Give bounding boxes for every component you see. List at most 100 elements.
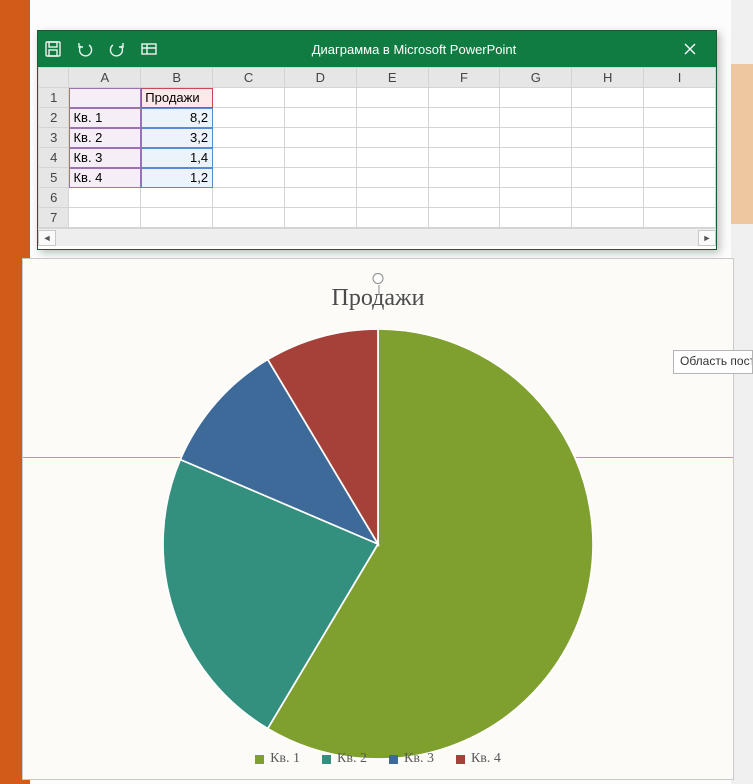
scroll-track[interactable]: [56, 230, 698, 246]
undo-icon[interactable]: [76, 40, 94, 58]
save-icon[interactable]: [44, 40, 62, 58]
legend-label: Кв. 1: [270, 751, 300, 767]
cell[interactable]: [284, 88, 356, 108]
cell[interactable]: [284, 188, 356, 208]
cell[interactable]: [644, 168, 716, 188]
cell[interactable]: [500, 128, 572, 148]
col-header[interactable]: F: [428, 68, 500, 88]
horizontal-scrollbar[interactable]: ◄ ►: [38, 228, 716, 246]
select-all-corner[interactable]: [39, 68, 69, 88]
cell[interactable]: [572, 128, 644, 148]
edit-data-icon[interactable]: [140, 40, 158, 58]
col-header[interactable]: G: [500, 68, 572, 88]
slide-canvas[interactable]: Продажи Кв. 1 Кв. 2 Кв. 3 Кв. 4: [22, 258, 734, 780]
cell[interactable]: [572, 168, 644, 188]
col-header[interactable]: I: [644, 68, 716, 88]
legend-item: Кв. 1: [255, 751, 300, 767]
cell[interactable]: [428, 108, 500, 128]
legend-label: Кв. 4: [471, 751, 501, 767]
cell[interactable]: [213, 208, 285, 228]
col-header[interactable]: A: [69, 68, 141, 88]
cell[interactable]: [213, 128, 285, 148]
cell[interactable]: [572, 108, 644, 128]
cell-category[interactable]: Кв. 4: [69, 168, 141, 188]
row-header[interactable]: 2: [39, 108, 69, 128]
cell-value[interactable]: 8,2: [141, 108, 213, 128]
cell[interactable]: [644, 108, 716, 128]
row-header[interactable]: 4: [39, 148, 69, 168]
cell[interactable]: [572, 208, 644, 228]
rotate-handle-icon[interactable]: [373, 273, 384, 284]
scroll-right-icon[interactable]: ►: [698, 230, 716, 246]
cell[interactable]: [572, 148, 644, 168]
cell[interactable]: [213, 88, 285, 108]
row-header[interactable]: 3: [39, 128, 69, 148]
cell-value[interactable]: 1,2: [141, 168, 213, 188]
col-header[interactable]: E: [356, 68, 428, 88]
cell[interactable]: [356, 128, 428, 148]
cell[interactable]: [69, 188, 141, 208]
cell[interactable]: [284, 168, 356, 188]
cell[interactable]: [644, 148, 716, 168]
cell[interactable]: [428, 168, 500, 188]
cell-category[interactable]: Кв. 3: [69, 148, 141, 168]
cell[interactable]: [213, 108, 285, 128]
cell[interactable]: [284, 208, 356, 228]
col-header[interactable]: B: [141, 68, 213, 88]
cell[interactable]: [500, 188, 572, 208]
cell[interactable]: [356, 188, 428, 208]
legend-swatch-icon: [389, 755, 398, 764]
cell[interactable]: [356, 168, 428, 188]
cell[interactable]: [356, 148, 428, 168]
cell[interactable]: [500, 168, 572, 188]
cell-category[interactable]: Кв. 2: [69, 128, 141, 148]
cell[interactable]: [356, 108, 428, 128]
cell[interactable]: [141, 208, 213, 228]
col-header[interactable]: D: [284, 68, 356, 88]
cell[interactable]: [644, 128, 716, 148]
cell[interactable]: [213, 188, 285, 208]
cell[interactable]: [428, 148, 500, 168]
legend-item: Кв. 4: [456, 751, 501, 767]
pie-chart[interactable]: [163, 329, 593, 759]
scroll-left-icon[interactable]: ◄: [38, 230, 56, 246]
cell[interactable]: [69, 88, 141, 108]
col-header[interactable]: H: [572, 68, 644, 88]
cell[interactable]: [500, 148, 572, 168]
cell[interactable]: [141, 188, 213, 208]
cell-series-name[interactable]: Продажи: [141, 88, 213, 108]
cell[interactable]: [572, 88, 644, 108]
cell-value[interactable]: 3,2: [141, 128, 213, 148]
cell[interactable]: [644, 188, 716, 208]
row-header[interactable]: 1: [39, 88, 69, 108]
cell[interactable]: [500, 88, 572, 108]
cell[interactable]: [284, 108, 356, 128]
cell[interactable]: [500, 208, 572, 228]
cell[interactable]: [644, 208, 716, 228]
cell[interactable]: [500, 108, 572, 128]
spreadsheet[interactable]: A B C D E F G H I 1 Продажи 2 Кв. 1 8,2: [38, 67, 716, 249]
cell[interactable]: [644, 88, 716, 108]
cell[interactable]: [572, 188, 644, 208]
cell-category[interactable]: Кв. 1: [69, 108, 141, 128]
redo-icon[interactable]: [108, 40, 126, 58]
cell[interactable]: [356, 88, 428, 108]
cell[interactable]: [69, 208, 141, 228]
cell[interactable]: [284, 128, 356, 148]
cell[interactable]: [428, 128, 500, 148]
cell[interactable]: [213, 168, 285, 188]
cell-value[interactable]: 1,4: [141, 148, 213, 168]
cell[interactable]: [428, 188, 500, 208]
row-header[interactable]: 7: [39, 208, 69, 228]
col-header[interactable]: C: [213, 68, 285, 88]
close-button[interactable]: [670, 31, 710, 67]
cell[interactable]: [284, 148, 356, 168]
cell[interactable]: [356, 208, 428, 228]
data-grid[interactable]: A B C D E F G H I 1 Продажи 2 Кв. 1 8,2: [38, 67, 716, 228]
row-header[interactable]: 6: [39, 188, 69, 208]
cell[interactable]: [428, 208, 500, 228]
row-header[interactable]: 5: [39, 168, 69, 188]
cell[interactable]: [213, 148, 285, 168]
cell[interactable]: [428, 88, 500, 108]
legend-swatch-icon: [456, 755, 465, 764]
